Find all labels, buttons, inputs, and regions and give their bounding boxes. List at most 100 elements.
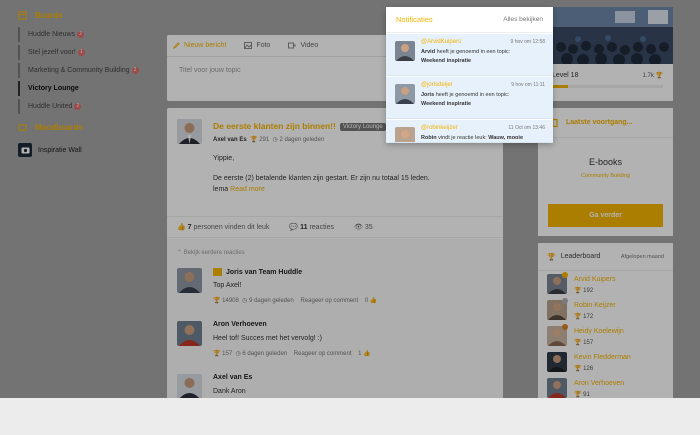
commenter-avatar[interactable] — [177, 321, 202, 346]
commenter-name[interactable]: Aron Verhoeven — [213, 321, 267, 328]
comment-icon: 💬 — [289, 224, 299, 231]
leader-points-value: 192 — [583, 288, 594, 294]
comment-meta: 🏆 14908 ◷ 9 dagen geleden Reageer op com… — [213, 298, 378, 304]
comment-text: Top Axel! — [213, 282, 242, 289]
moodboard-item-inspiratie-wall[interactable]: Inspiratie Wall — [18, 143, 82, 157]
eye-icon: 👁 — [353, 224, 363, 231]
notification-avatar — [395, 127, 415, 142]
leader-points: 🏆 157 — [574, 340, 594, 346]
notification-text: Joris heeft je genoemd in een topic: — [421, 92, 509, 98]
leader-points-value: 157 — [583, 340, 594, 346]
post-body-line: lema Read more — [213, 185, 265, 195]
commenter-avatar[interactable] — [177, 268, 202, 293]
commenter-name[interactable]: Axel van Es — [213, 374, 252, 381]
rank-dot — [562, 298, 568, 304]
board-item-huddle-nieuws[interactable]: Huddle Nieuws 2 — [18, 27, 148, 42]
comment-text: Heel tof! Succes met het vervolg! :) — [213, 335, 322, 342]
page-footer-area — [0, 398, 700, 435]
notification-action: heeft je genoemd in een topic: — [436, 49, 511, 55]
leaderboard-row[interactable]: Kevin Fledderman 🏆 126 — [547, 352, 667, 376]
notification-user: Arvid — [421, 49, 436, 55]
notification-text: Arvid heeft je genoemd in een topic: — [421, 49, 510, 55]
trophy-icon: 🏆 — [250, 137, 258, 143]
progress-card-header: Laatste voortgang... — [538, 108, 673, 138]
leader-name: Aron Verhoeven — [574, 380, 625, 387]
board-item-victory-lounge[interactable]: Victory Lounge — [18, 81, 148, 96]
notification-action: heeft je genoemd in een topic: — [435, 92, 510, 98]
unread-badge: 2 — [77, 31, 85, 38]
notification-time: 9 hov om 12:58 — [510, 39, 545, 45]
post-body-text: lema — [213, 186, 229, 193]
like-button[interactable]: 👍 7 personen vinden dit leuk — [177, 223, 269, 231]
thumbs-up-icon[interactable]: 👍 — [363, 351, 370, 357]
reactions-count: 11 — [300, 224, 308, 231]
reply-link[interactable]: Reageer op comment — [300, 298, 358, 304]
image-icon — [244, 42, 253, 49]
app-window: Boards Huddle Nieuws 2 Stel jezelf voor! 1… — [0, 0, 700, 398]
leaderboard-row[interactable]: Aron Verhoeven 🏆 91 — [547, 378, 667, 398]
course-subtitle: Community Building — [581, 173, 630, 179]
notification-handle: @ArvidKuipers — [421, 39, 462, 45]
moodboard-icon — [18, 124, 27, 131]
course-title: E-books — [588, 157, 623, 167]
show-earlier-comments[interactable]: ⌃ Bekijk eerdere reacties — [177, 249, 245, 256]
progress-card-title: Laatste voortgang... — [566, 119, 633, 126]
notification-time: 9 hov om 11:11 — [511, 82, 545, 88]
notifications-title: Notificaties — [396, 15, 433, 24]
reactions-text: reacties — [309, 224, 334, 231]
leader-points: 🏆 126 — [574, 366, 594, 372]
notifications-header: Notificaties Alles bekijken — [386, 7, 553, 33]
leaderboard: 🏆 Leaderboard Afgelopen maand Arvid Kuipe… — [538, 243, 673, 398]
post-author[interactable]: Axel van Es — [213, 137, 247, 143]
board-label: Victory Lounge — [28, 85, 79, 92]
progress-card: Laatste voortgang... E-books Community B… — [538, 108, 673, 236]
leaderboard-row[interactable]: Robin Keijzer 🏆 172 — [547, 298, 667, 324]
leaderboard-row[interactable]: Arvid Kuipers 🏆 192 — [547, 272, 667, 298]
commenter-name[interactable]: Joris van Team Huddle — [213, 268, 302, 276]
likes-text: personen vinden dit leuk — [193, 224, 270, 231]
notification-item[interactable]: @robinkeijzer 11 Oct om 13:46 Robin vind… — [386, 120, 553, 143]
post-title-text: De eerste klanten zijn binnen!! — [213, 121, 336, 131]
tab-new-post[interactable]: Nieuw bericht — [173, 42, 226, 49]
commenter-points: 14908 — [222, 298, 239, 304]
board-item-marketing[interactable]: Marketing & Community Building 2 — [18, 63, 148, 78]
notification-avatar — [395, 84, 415, 104]
tab-photo[interactable]: Foto — [244, 42, 270, 49]
boards-title: Boards — [35, 11, 63, 20]
comment-time: 6 dagen geleden — [242, 351, 288, 357]
post-stats: 👍 7 personen vinden dit leuk 💬 11 reacti… — [167, 216, 503, 238]
comment-text: Dank Aron — [213, 388, 246, 395]
tab-video[interactable]: Video — [288, 42, 318, 49]
notification-avatar — [395, 41, 415, 61]
user-level: Level 18 — [552, 72, 579, 79]
board-tag[interactable]: Victory Lounge — [339, 122, 386, 131]
notification-topic: Weekend inspiratie — [421, 58, 472, 64]
notification-user: Robin — [421, 135, 437, 141]
leaderboard-row[interactable]: Heidy Koelewijn 🏆 157 — [547, 324, 667, 350]
reactions-button[interactable]: 💬 11 reacties — [289, 223, 334, 231]
trophy-icon: 🏆 — [655, 73, 663, 79]
leaderboard-period[interactable]: Afgelopen maand — [621, 254, 664, 260]
leader-points-value: 126 — [583, 366, 594, 372]
post-title[interactable]: De eerste klanten zijn binnen!! Victory L… — [213, 121, 386, 131]
notification-topic: Weekend inspiratie — [421, 101, 472, 107]
board-item-stel-jezelf-voor[interactable]: Stel jezelf voor! 1 — [18, 45, 148, 60]
author-avatar[interactable] — [177, 119, 202, 144]
notification-item[interactable]: @ArvidKuipers 9 hov om 12:58 Arvid heeft… — [386, 34, 553, 76]
rank-dot — [562, 272, 568, 278]
leader-name: Kevin Fledderman — [574, 354, 631, 361]
comment-meta: 🏆 157 ◷ 6 dagen geleden Reageer op comme… — [213, 351, 371, 357]
notification-item[interactable]: @jorisdeijer 9 hov om 11:11 Joris heeft … — [386, 77, 553, 119]
thumbs-up-icon[interactable]: 👍 — [370, 298, 377, 304]
board-label: Marketing & Community Building — [28, 67, 130, 74]
reply-link[interactable]: Reageer op comment — [294, 351, 352, 357]
board-item-huddle-united[interactable]: Huddle United 2 — [18, 99, 148, 114]
continue-button[interactable]: Ga verder — [548, 204, 663, 227]
commenter-avatar[interactable] — [177, 374, 202, 398]
read-more-link[interactable]: Read more — [230, 186, 265, 193]
unread-badge: 2 — [131, 67, 139, 74]
leaderboard-title: 🏆 Leaderboard — [547, 253, 600, 261]
post-card: De eerste klanten zijn binnen!! Victory L… — [167, 108, 503, 398]
rank-dot — [562, 324, 568, 330]
view-all-link[interactable]: Alles bekijken — [503, 16, 543, 23]
